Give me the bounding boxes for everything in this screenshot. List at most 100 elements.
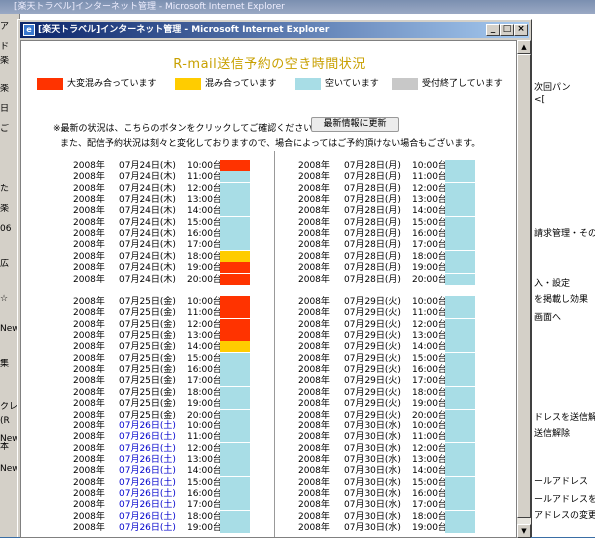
legend-swatch-busy — [175, 77, 201, 90]
slot-status-cell — [445, 386, 475, 398]
slot-status-cell — [445, 442, 475, 454]
slot-year: 2008年 — [73, 319, 105, 330]
legend-label-busy: 混み合っています — [205, 79, 277, 89]
slot-time: 10:00台 — [412, 421, 447, 431]
slot-date: 07月24日(木) — [119, 274, 176, 285]
background-right-item: 請求管理・その — [534, 229, 595, 239]
background-right-item: 送信解除 — [534, 429, 571, 439]
slot-date: 07月25日(金) — [119, 353, 176, 364]
slot-time: 11:00台 — [412, 432, 447, 443]
legend-label-closed: 受付終了しています — [422, 79, 503, 89]
slot-date: 07月30日(水) — [344, 421, 401, 431]
slot-year: 2008年 — [73, 342, 105, 353]
slot-time: 19:00台 — [187, 263, 222, 274]
slot-status-cell — [220, 262, 250, 274]
background-right-item: <[ — [534, 95, 546, 105]
slot-year: 2008年 — [73, 443, 105, 454]
slot-date: 07月28日(月) — [344, 183, 401, 194]
slot-status-cell — [445, 499, 475, 511]
slot-status-cell — [220, 510, 250, 522]
slot-time: 15:00台 — [187, 477, 222, 488]
slot-status-cell — [220, 420, 250, 431]
slot-time: 13:00台 — [412, 195, 447, 206]
legend-swatch-closed — [392, 77, 418, 90]
slot-date: 07月29日(火) — [344, 399, 401, 410]
slot-time: 11:00台 — [412, 308, 447, 319]
slot-year: 2008年 — [298, 206, 330, 217]
slot-time: 11:00台 — [412, 172, 447, 183]
slot-time: 17:00台 — [412, 240, 447, 251]
slot-date: 07月29日(火) — [344, 331, 401, 342]
slot-date: 07月24日(木) — [119, 229, 176, 240]
maximize-button[interactable]: □ — [500, 24, 514, 36]
slot-year: 2008年 — [298, 251, 330, 262]
slot-date: 07月25日(金) — [119, 342, 176, 353]
slot-status-cell — [445, 476, 475, 488]
background-right-panel: 次回パン <[請求管理・その 入・設定 を掲載し効果 画面へ ドレスを送信解 送信解除 ールア… — [531, 14, 595, 537]
legend: 大変混み合っています 混み合っています 空いています 受付終了しています — [37, 77, 516, 91]
close-button[interactable]: × — [514, 24, 528, 36]
slot-year: 2008年 — [298, 432, 330, 443]
slot-year: 2008年 — [298, 523, 330, 534]
slot-date: 07月24日(木) — [119, 263, 176, 274]
slot-time: 13:00台 — [412, 331, 447, 342]
popup-title-bar[interactable]: e [楽天トラベル]インターネット管理 - Microsoft Internet… — [20, 22, 529, 38]
slot-time: 18:00台 — [187, 387, 222, 398]
slot-status-cell — [445, 375, 475, 387]
slot-time: 18:00台 — [412, 251, 447, 262]
background-right-item: 次回パン — [534, 83, 571, 93]
slot-time: 12:00台 — [412, 319, 447, 330]
slot-time: 11:00台 — [187, 308, 222, 319]
slot-status-cell — [445, 182, 475, 194]
minimize-button[interactable]: _ — [486, 24, 500, 36]
slot-date: 07月26日(土) — [119, 432, 176, 443]
slot-status-cell — [220, 488, 250, 500]
slot-date: 07月24日(木) — [119, 240, 176, 251]
slot-status-cell — [445, 364, 475, 376]
slot-year: 2008年 — [298, 263, 330, 274]
slot-year: 2008年 — [298, 443, 330, 454]
slot-date: 07月26日(土) — [119, 421, 176, 431]
slot-date: 07月29日(火) — [344, 376, 401, 387]
scroll-up-arrow-icon[interactable]: ▲ — [517, 40, 531, 54]
slot-year: 2008年 — [73, 274, 105, 285]
slot-year: 2008年 — [298, 319, 330, 330]
background-right-item: ールアドレス — [534, 477, 589, 487]
slot-date: 07月25日(金) — [119, 319, 176, 330]
slot-status-cell — [220, 307, 250, 319]
slot-date: 07月24日(木) — [119, 195, 176, 206]
slot-time: 12:00台 — [187, 183, 222, 194]
slot-time: 16:00台 — [412, 365, 447, 376]
slot-date: 07月29日(火) — [344, 308, 401, 319]
slot-year: 2008年 — [73, 263, 105, 274]
background-right-item: ールアドレスを変 — [534, 495, 595, 505]
background-window-title: [楽天トラベル]インターネット管理 - Microsoft Internet E… — [0, 0, 595, 14]
slot-year: 2008年 — [298, 489, 330, 500]
slot-date: 07月30日(水) — [344, 489, 401, 500]
slot-date: 07月28日(月) — [344, 240, 401, 251]
vertical-scrollbar[interactable]: ▲ ▼ — [517, 40, 531, 538]
slot-date: 07月26日(土) — [119, 443, 176, 454]
slot-year: 2008年 — [298, 183, 330, 194]
slot-date: 07月30日(水) — [344, 477, 401, 488]
slot-year: 2008年 — [73, 466, 105, 477]
slot-time: 17:00台 — [187, 500, 222, 511]
slot-year: 2008年 — [298, 331, 330, 342]
slot-time: 15:00台 — [412, 217, 447, 228]
slot-time: 18:00台 — [187, 251, 222, 262]
legend-item-busy: 混み合っています — [175, 77, 277, 91]
refresh-button[interactable]: 最新情報に更新 — [311, 117, 399, 132]
slot-time: 16:00台 — [412, 229, 447, 240]
slot-time: 15:00台 — [412, 353, 447, 364]
slot-status-cell — [445, 409, 475, 421]
page-content: R-mail送信予約の空き時間状況 大変混み合っています 混み合っています 空い… — [20, 40, 517, 538]
slot-status-cell — [220, 171, 250, 183]
slot-year: 2008年 — [73, 421, 105, 431]
scroll-down-arrow-icon[interactable]: ▼ — [517, 524, 531, 538]
ie-icon: e — [23, 24, 35, 36]
background-right-item: ドレスを送信解 — [534, 413, 595, 423]
slot-year: 2008年 — [73, 353, 105, 364]
scroll-thumb[interactable] — [517, 54, 531, 518]
slot-status-cell — [220, 476, 250, 488]
slot-date: 07月26日(土) — [119, 523, 176, 534]
